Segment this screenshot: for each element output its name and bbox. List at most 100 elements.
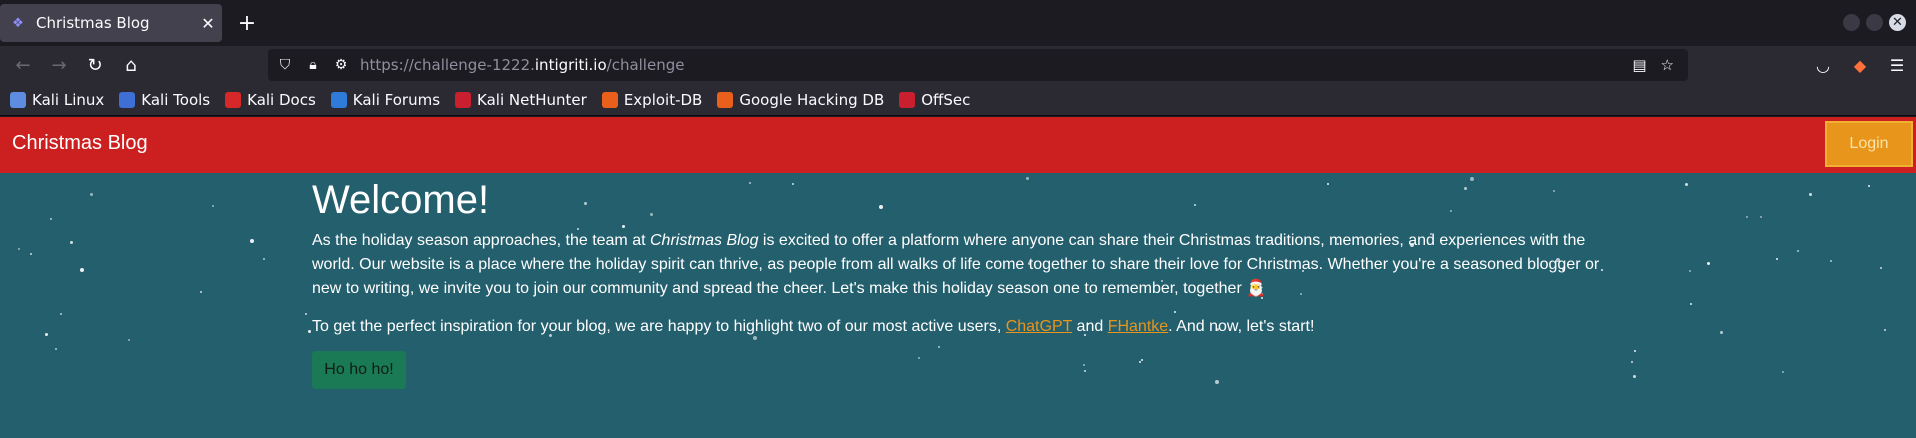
main-content: Welcome! As the holiday season approache…	[312, 177, 1602, 389]
lock-icon[interactable]: 🔒︎	[302, 57, 324, 73]
url-bar[interactable]: ⛉ 🔒︎ ⚙ https://challenge-1222.intigriti.…	[268, 49, 1688, 81]
snowflake	[1880, 267, 1882, 269]
extension-fox-icon[interactable]: ◆	[1845, 50, 1875, 80]
inspiration-paragraph: To get the perfect inspiration for your …	[312, 315, 1602, 339]
intro-brand-emphasis: Christmas Blog	[650, 232, 759, 249]
permissions-icon[interactable]: ⚙	[330, 57, 352, 73]
snowflake	[1685, 183, 1688, 186]
kali-forums-icon	[330, 91, 347, 108]
kali-linux-icon	[10, 91, 26, 108]
tab-bar: ❖ Christmas Blog ✕ + ✕	[0, 0, 1916, 46]
bookmark-kali-nethunter[interactable]: Kali NetHunter	[455, 91, 587, 109]
site-brand[interactable]: Christmas Blog	[12, 132, 148, 155]
snowflake	[1760, 216, 1762, 218]
url-host: intigriti.io	[534, 56, 607, 74]
chatgpt-link[interactable]: ChatGPT	[1006, 318, 1072, 335]
intro-text-start: As the holiday season approaches, the te…	[312, 232, 650, 249]
inspiration-text-mid: and	[1072, 318, 1108, 335]
home-icon[interactable]: ⌂	[116, 50, 146, 80]
url-path: /challenge	[606, 56, 685, 74]
bookmark-kali-linux[interactable]: Kali Linux	[10, 91, 104, 109]
tab-favicon-icon: ❖	[12, 15, 24, 31]
bookmark-kali-docs[interactable]: Kali Docs	[225, 91, 316, 109]
snowflake	[1690, 303, 1692, 305]
bookmark-google-hacking-db[interactable]: Google Hacking DB	[717, 91, 884, 109]
navigation-toolbar: ← → ↻ ⌂ ⛉ 🔒︎ ⚙ https://challenge-1222.in…	[0, 46, 1916, 84]
close-window-button[interactable]: ✕	[1889, 14, 1906, 31]
kali-docs-icon	[225, 91, 242, 108]
snowflake	[1689, 270, 1691, 272]
maximize-window-button[interactable]	[1866, 14, 1883, 31]
menu-icon[interactable]: ☰	[1882, 50, 1912, 80]
bookmark-kali-tools[interactable]: Kali Tools	[119, 91, 210, 109]
kali-nethunter-icon	[455, 91, 472, 108]
snowflake	[263, 258, 265, 260]
shield-icon[interactable]: ⛉	[274, 57, 296, 73]
reload-icon[interactable]: ↻	[80, 50, 110, 80]
offsec-icon	[899, 91, 916, 108]
snowflake	[50, 218, 52, 220]
login-button[interactable]: Login	[1825, 121, 1913, 167]
forward-arrow-icon[interactable]: →	[44, 50, 74, 80]
tab-christmas-blog[interactable]: ❖ Christmas Blog ✕	[0, 4, 222, 42]
snowflake	[1634, 350, 1636, 352]
snowflake	[1633, 375, 1636, 378]
snowflake	[1720, 331, 1723, 334]
bookmark-offsec[interactable]: OffSec	[899, 91, 970, 109]
minimize-window-button[interactable]	[1843, 14, 1860, 31]
bookmark-label: Kali Linux	[32, 90, 105, 109]
page-title: Welcome!	[312, 178, 490, 222]
snowflake	[1782, 371, 1784, 373]
snowflake	[1868, 185, 1870, 187]
inspiration-text-start: To get the perfect inspiration for your …	[312, 318, 1006, 335]
back-arrow-icon[interactable]: ←	[8, 50, 38, 80]
web-page: Christmas Blog Login Welcome! As the hol…	[0, 117, 1916, 438]
bookmarks-bar: Kali Linux Kali Tools Kali Docs Kali For…	[0, 84, 1916, 116]
bookmark-label: Exploit-DB	[623, 90, 703, 109]
reader-view-icon[interactable]: ▤	[1632, 56, 1646, 74]
bookmark-label: OffSec	[921, 90, 971, 109]
snowflake	[60, 313, 62, 315]
snowflake	[305, 313, 307, 315]
bookmark-label: Kali NetHunter	[477, 90, 587, 109]
fhantke-link[interactable]: FHantke	[1108, 318, 1168, 335]
snowflake	[90, 193, 93, 196]
snowflake	[1746, 216, 1748, 218]
snowflake	[1830, 260, 1832, 262]
site-main: Welcome! As the holiday season approache…	[0, 173, 1916, 438]
snowflake	[80, 268, 84, 272]
site-header: Christmas Blog Login	[0, 117, 1916, 173]
snowflake	[1707, 262, 1710, 265]
snowflake	[212, 205, 214, 207]
bookmark-star-icon[interactable]: ☆	[1661, 56, 1674, 74]
snowflake	[1631, 361, 1633, 363]
new-tab-button[interactable]: +	[232, 8, 262, 38]
google-hacking-db-icon	[717, 91, 734, 108]
snowflake	[1776, 258, 1778, 260]
bookmark-kali-forums[interactable]: Kali Forums	[330, 90, 441, 109]
snowflake	[18, 248, 20, 250]
inspiration-text-end: . And now, let's start!	[1168, 318, 1315, 335]
snowflake	[55, 348, 57, 350]
bookmark-label: Google Hacking DB	[739, 90, 885, 109]
intro-paragraph: As the holiday season approaches, the te…	[312, 229, 1602, 301]
url-text[interactable]: https://challenge-1222.intigriti.io/chal…	[360, 56, 1632, 74]
kali-tools-icon	[119, 91, 136, 108]
snowflake	[70, 241, 73, 244]
bookmark-label: Kali Tools	[141, 90, 211, 109]
bookmark-label: Kali Forums	[352, 90, 441, 109]
snowflake	[250, 239, 254, 243]
exploit-db-icon	[601, 91, 618, 108]
snowflake	[1797, 250, 1799, 252]
snowflake	[1884, 329, 1886, 331]
close-tab-icon[interactable]: ✕	[194, 9, 222, 37]
snowflake	[30, 253, 32, 255]
url-prefix: https://challenge-1222.	[360, 56, 535, 74]
bookmark-label: Kali Docs	[247, 90, 316, 109]
snowflake	[45, 333, 48, 336]
snowflake	[1809, 193, 1812, 196]
bookmark-exploit-db[interactable]: Exploit-DB	[601, 90, 703, 109]
snowflake	[128, 339, 130, 341]
ho-ho-ho-button[interactable]: Ho ho ho!	[312, 351, 406, 389]
pocket-icon[interactable]: ◡	[1808, 50, 1838, 80]
